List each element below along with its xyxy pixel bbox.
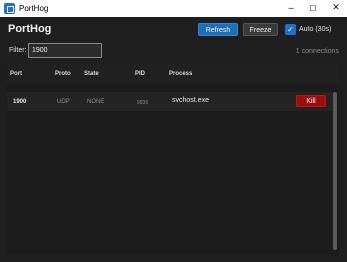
refresh-button[interactable]: Refresh xyxy=(198,23,238,36)
connections-table: 1900 UDP NONE 9936 svchost.exe Kill xyxy=(7,84,339,254)
vertical-scrollbar[interactable] xyxy=(333,92,337,250)
minimize-button[interactable]: ─ xyxy=(280,0,302,17)
table-header: Port Proto State PID Process xyxy=(7,64,339,84)
cell-process: svchost.exe xyxy=(172,97,209,104)
column-header-port[interactable]: Port xyxy=(10,70,22,78)
column-header-process[interactable]: Process xyxy=(169,70,192,78)
column-header-proto[interactable]: Proto xyxy=(55,70,71,78)
freeze-button[interactable]: Freeze xyxy=(243,23,278,36)
window-title: PortHog xyxy=(19,4,49,13)
page-title: PortHog xyxy=(8,23,52,35)
maximize-button[interactable]: ☐ xyxy=(302,0,324,17)
filter-input[interactable] xyxy=(28,43,102,58)
close-button[interactable]: ✕ xyxy=(325,0,347,17)
cell-port: 1900 xyxy=(13,99,27,105)
connection-count: 1 connections xyxy=(295,48,339,55)
auto-refresh-checkbox[interactable]: ✓ xyxy=(285,24,296,35)
window-titlebar: PortHog ─ ☐ ✕ xyxy=(0,0,347,17)
filter-label: Filter: xyxy=(9,47,27,54)
column-header-pid[interactable]: PID xyxy=(135,70,145,78)
table-row[interactable]: 1900 UDP NONE 9936 svchost.exe Kill xyxy=(7,92,333,111)
auto-refresh-label[interactable]: Auto (30s) xyxy=(299,25,331,35)
column-header-state[interactable]: State xyxy=(84,70,99,78)
kill-button[interactable]: Kill xyxy=(296,95,326,107)
cell-pid: 9936 xyxy=(137,100,149,106)
cell-proto: UDP xyxy=(57,99,70,105)
cell-state: NONE xyxy=(87,99,105,105)
app-icon xyxy=(4,3,15,14)
checkmark-icon: ✓ xyxy=(287,25,294,34)
